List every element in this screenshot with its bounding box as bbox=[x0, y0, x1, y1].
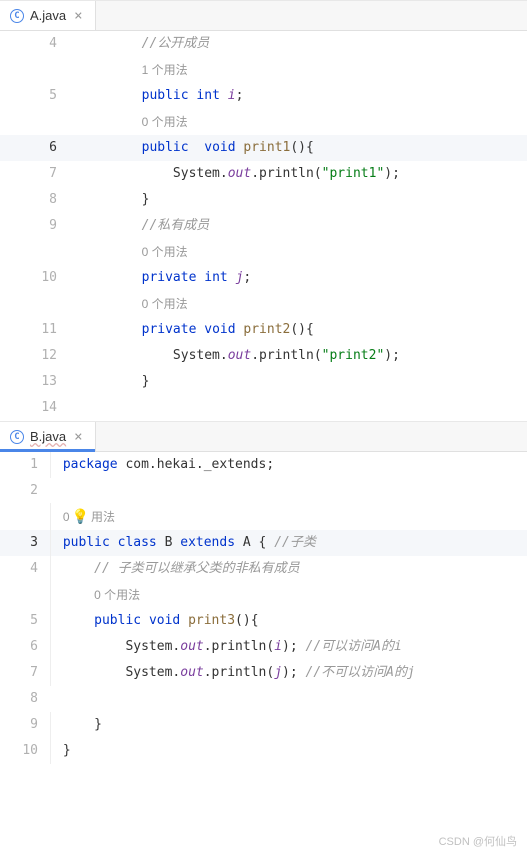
code-area-a[interactable]: 4 //公开成员 1 个用法 5 public int i; 0 个用法 6 p… bbox=[0, 31, 527, 421]
editor-pane-b: C B.java × 1 package com.hekai._extends;… bbox=[0, 421, 527, 764]
comment-text: //私有成员 bbox=[142, 218, 210, 233]
code-area-b[interactable]: 1 package com.hekai._extends; 2 0💡用法 3 p… bbox=[0, 452, 527, 764]
tab-a-java[interactable]: C A.java × bbox=[0, 1, 96, 30]
bulb-icon[interactable]: 💡 bbox=[72, 503, 89, 529]
close-icon[interactable]: × bbox=[72, 8, 84, 24]
usage-hint: 0💡用法 bbox=[63, 510, 115, 524]
tab-label: A.java bbox=[30, 8, 66, 23]
tab-bar-b: C B.java × bbox=[0, 422, 527, 452]
comment-text: // 子类可以继承父类的非私有成员 bbox=[94, 561, 299, 576]
watermark: CSDN @何仙鸟 bbox=[439, 833, 517, 849]
tab-b-java[interactable]: C B.java × bbox=[0, 422, 96, 451]
java-class-icon: C bbox=[10, 430, 24, 444]
tab-label: B.java bbox=[30, 429, 66, 444]
close-icon[interactable]: × bbox=[72, 429, 84, 445]
usage-hint: 0 个用法 bbox=[142, 245, 188, 259]
editor-pane-a: C A.java × 4 //公开成员 1 个用法 5 public int i… bbox=[0, 0, 527, 421]
comment-text: //公开成员 bbox=[142, 36, 210, 51]
usage-hint: 0 个用法 bbox=[94, 588, 140, 602]
usage-hint: 0 个用法 bbox=[142, 115, 188, 129]
java-class-icon: C bbox=[10, 9, 24, 23]
usage-hint: 1 个用法 bbox=[142, 63, 188, 77]
usage-hint: 0 个用法 bbox=[142, 297, 188, 311]
tab-bar-a: C A.java × bbox=[0, 1, 527, 31]
